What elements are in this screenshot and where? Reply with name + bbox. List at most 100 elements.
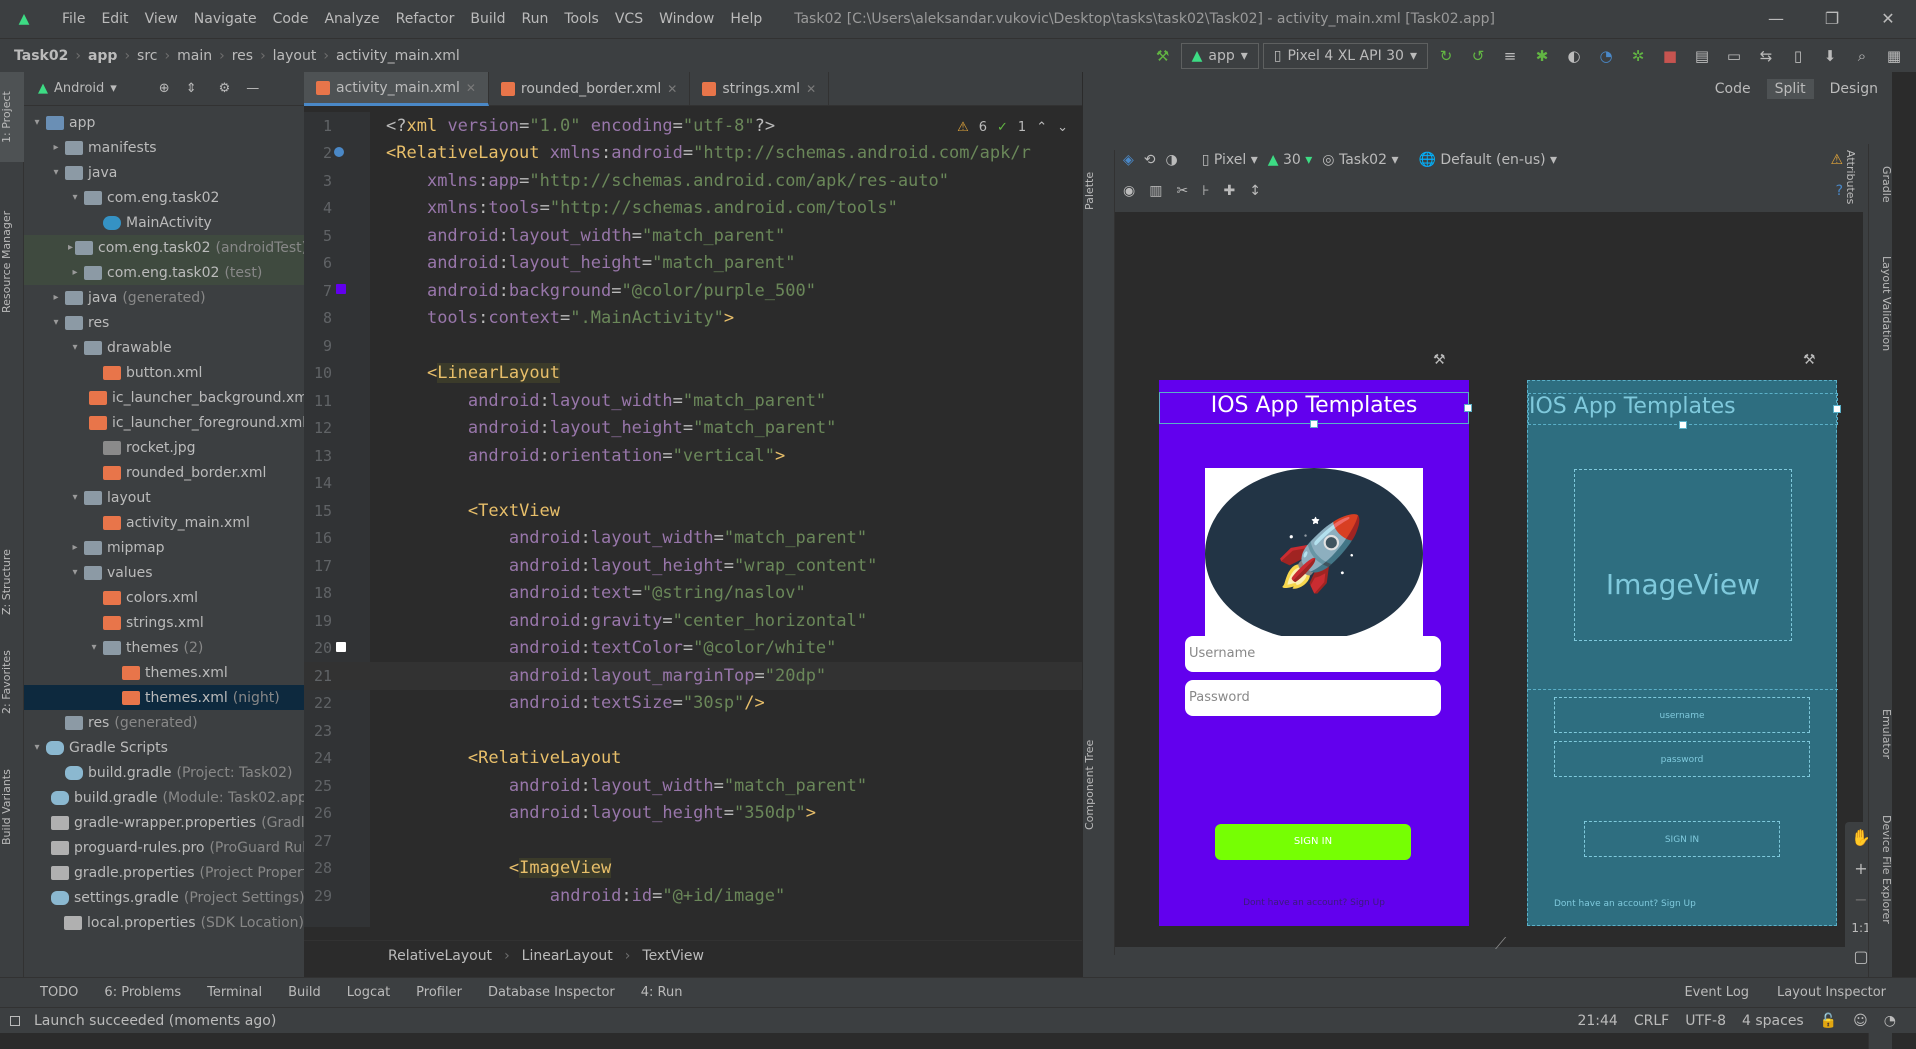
breadcrumb-item[interactable]: src [137,48,157,64]
menu-item-vcs[interactable]: VCS [607,11,651,27]
tree-item[interactable]: build.gradle (Project: Task02) [24,760,304,785]
blueprint-imageview[interactable]: ImageView [1574,469,1792,641]
design-canvas[interactable]: ⚒ ⚒ IOS App Templates 🚀 Username Passwor… [1115,212,1877,982]
tree-item[interactable]: ic_launcher_background.xml [24,385,304,410]
wrench-icon[interactable]: ⚒ [1433,352,1446,368]
tree-item[interactable]: button.xml [24,360,304,385]
indent-setting[interactable]: 4 spaces [1742,1013,1804,1029]
profile-icon[interactable]: ◔ [1592,43,1620,69]
tree-item[interactable]: ▾ values [24,560,304,585]
tool-tab-resource-manager[interactable]: Resource Manager [0,182,24,342]
chevron-right-icon[interactable]: ▸ [68,542,82,553]
close-tab-icon[interactable]: ✕ [466,81,476,95]
chevron-down-icon[interactable]: ▾ [68,192,82,203]
device-select[interactable]: ▯ Pixel 4 XL API 30 ▾ [1262,43,1428,69]
theme-select[interactable]: ◎ Task02 ▾ [1322,152,1398,168]
tree-item[interactable]: settings.gradle (Project Settings) [24,885,304,910]
preview-username-field[interactable]: Username [1185,636,1441,672]
tree-item[interactable]: ▾ Gradle Scripts [24,735,304,760]
tool-tab-device-file-explorer[interactable]: Device File Explorer [1869,794,1893,944]
constraints-icon[interactable]: ✂ [1176,183,1188,199]
tree-item[interactable]: ▾ com.eng.task02 [24,185,304,210]
run-config-select[interactable]: ▲ app ▾ [1180,43,1259,69]
tool-tab-attributes[interactable]: Attributes [1833,132,1857,222]
code-breadcrumb-item[interactable]: TextView [642,948,704,964]
chevron-down-icon[interactable]: ▾ [68,567,82,578]
tool-tab-layout-validation[interactable]: Layout Validation [1869,234,1893,374]
stop-icon[interactable]: ■ [1656,43,1684,69]
orientation-icon[interactable]: ⟲ [1144,152,1156,168]
night-mode-icon[interactable]: ◑ [1166,152,1178,168]
blueprint-signin-button[interactable]: SIGN IN [1584,821,1780,857]
caret-position[interactable]: 21:44 [1577,1013,1617,1029]
breadcrumb-item[interactable]: main [177,48,212,64]
tree-item[interactable]: themes.xml (night) [24,685,304,710]
chevron-down-icon[interactable]: ▾ [49,317,63,328]
component-tree-tab[interactable]: Component Tree [1083,730,1115,840]
tree-item[interactable]: ▾ themes (2) [24,635,304,660]
restore-icon[interactable]: ❐ [1804,0,1860,38]
bottom-tool-right-1[interactable]: Layout Inspector [1777,985,1886,1000]
tool-tab-favorites[interactable]: 2: Favorites [0,632,24,732]
search-icon[interactable]: ⌕ [1848,43,1876,69]
preview-password-field[interactable]: Password [1185,680,1441,716]
make-project-icon[interactable]: ⚒ [1149,43,1177,69]
bottom-tool-0[interactable]: TODO [40,985,78,1000]
resize-handle[interactable] [1833,405,1841,413]
tree-item[interactable]: rocket.jpg [24,435,304,460]
menu-item-run[interactable]: Run [514,11,557,27]
zoom-fit-icon[interactable]: ▢ [1853,947,1868,966]
layers-icon[interactable]: ◈ [1123,152,1134,168]
tool-tab-emulator[interactable]: Emulator [1869,684,1893,784]
chevron-right-icon[interactable]: ▸ [49,142,63,153]
menu-item-build[interactable]: Build [462,11,513,27]
tree-item[interactable]: ▸ manifests [24,135,304,160]
preview-signin-button[interactable]: SIGN IN [1215,824,1411,860]
avd-manager-icon[interactable]: ▭ [1720,43,1748,69]
editor-tab[interactable]: rounded_border.xml ✕ [489,72,691,106]
status-toggle-icon[interactable] [10,1015,20,1026]
tree-item[interactable]: build.gradle (Module: Task02.app) [24,785,304,810]
attach-debugger-icon[interactable]: ✲ [1624,43,1652,69]
resize-handle[interactable] [1679,421,1687,429]
tree-item[interactable]: activity_main.xml [24,510,304,535]
coverage-icon[interactable]: ◐ [1560,43,1588,69]
tree-item[interactable]: themes.xml [24,660,304,685]
mode-split-button[interactable]: Split [1766,79,1814,99]
apply-code-changes-icon[interactable]: ↺ [1464,43,1492,69]
chevron-down-icon[interactable]: ▾ [30,117,44,128]
tree-item[interactable]: ▸ mipmap [24,535,304,560]
code-breadcrumb-item[interactable]: RelativeLayout [388,948,492,964]
bottom-tool-2[interactable]: Terminal [207,985,262,1000]
breadcrumb-item[interactable]: layout [273,48,317,64]
mode-design-button[interactable]: Design [1830,81,1878,97]
chevron-down-icon[interactable]: ▾ [30,742,44,753]
tree-item[interactable]: gradle-wrapper.properties(Gradle Version… [24,810,304,835]
device-manager-icon[interactable]: ▯ [1784,43,1812,69]
notifications-icon[interactable]: ◔ [1884,1013,1896,1029]
line-separator[interactable]: CRLF [1634,1013,1669,1029]
tree-item[interactable]: colors.xml [24,585,304,610]
chevron-down-icon[interactable]: ▾ [87,642,101,653]
file-encoding[interactable]: UTF-8 [1685,1013,1726,1029]
apply-changes-icon[interactable]: ↻ [1432,43,1460,69]
resize-handle[interactable] [1464,404,1472,412]
tree-item[interactable]: local.properties (SDK Location) [24,910,304,935]
bottom-tool-5[interactable]: Profiler [416,985,462,1000]
tree-item[interactable]: ▸ com.eng.task02 (test) [24,260,304,285]
bottom-tool-4[interactable]: Logcat [347,985,390,1000]
breadcrumb-item[interactable]: activity_main.xml [336,48,460,64]
code-breadcrumb-item[interactable]: LinearLayout [522,948,613,964]
api-select[interactable]: ▲ 30 ▾ [1268,152,1313,168]
menu-item-refactor[interactable]: Refactor [388,11,463,27]
chevron-down-icon[interactable]: ▾ [49,167,63,178]
tree-item[interactable]: rounded_border.xml [24,460,304,485]
collapse-icon[interactable]: ⇕ [186,81,197,96]
tool-tab-gradle[interactable]: Gradle [1869,144,1893,224]
run-tests-icon[interactable]: ≡ [1496,43,1524,69]
breadcrumb-item[interactable]: app [88,48,118,64]
close-tab-icon[interactable]: ✕ [806,82,816,96]
tree-item[interactable]: ▾ app [24,110,304,135]
sdk-manager-icon[interactable]: ⬇ [1816,43,1844,69]
wrench-icon[interactable]: ⚒ [1803,352,1816,368]
